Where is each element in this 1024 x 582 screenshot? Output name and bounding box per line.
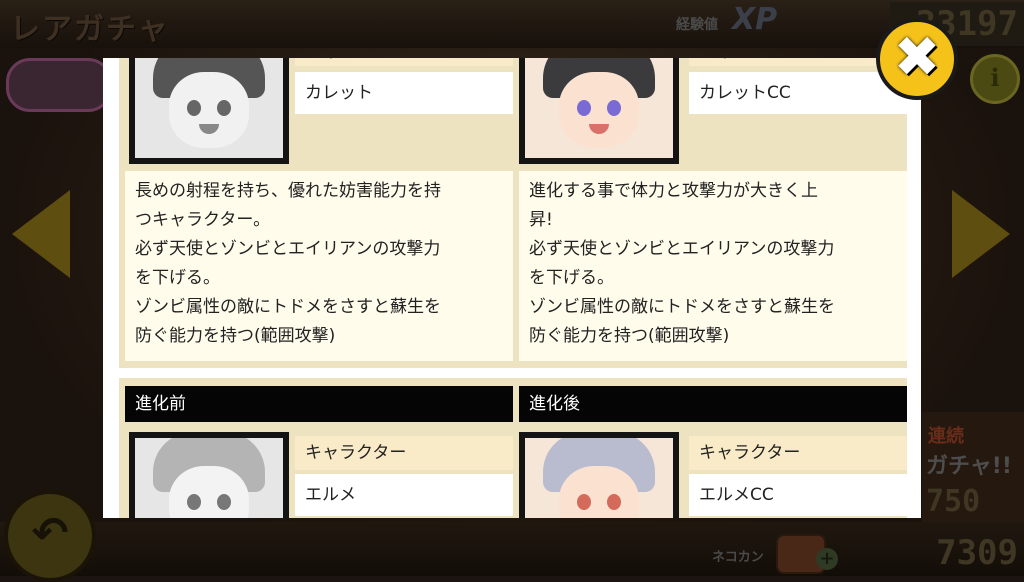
character-name: エルメ xyxy=(295,474,513,516)
screen-title: レアガチャ xyxy=(10,12,170,47)
bottom-bar: ネコカン 7309 xyxy=(0,522,1024,576)
character-name: カレットCC xyxy=(689,72,907,114)
nekokan-label: ネコカン xyxy=(712,550,764,565)
description-line: 昇! xyxy=(529,210,553,230)
close-icon: ✖ xyxy=(893,25,941,90)
character-description: 進化する事で体力と攻撃力が大きく上 昇! 必ず天使とゾンビとエイリアンの攻撃力 … xyxy=(519,171,907,361)
description-line: を下げる。 xyxy=(529,268,614,288)
description-line: 防ぐ能力を持つ(範囲攻撃) xyxy=(529,326,730,346)
description-line: ゾンビ属性の敵にトドメをさすと蘇生を xyxy=(529,297,835,317)
before-header: 進化前 xyxy=(125,386,513,422)
evolution-pair-1: キャラクター カレット 長めの射程を持ち、優れた妨害能力を持 つキャラクター。 … xyxy=(119,58,907,368)
nekokan-value: 7309 xyxy=(936,533,1018,573)
description-line: 防ぐ能力を持つ(範囲攻撃) xyxy=(135,326,336,346)
character-image xyxy=(135,58,283,158)
back-button[interactable]: ↶ xyxy=(4,490,96,582)
back-arrow-icon: ↶ xyxy=(31,508,69,559)
description-line: 長めの射程を持ち、優れた妨害能力を持 xyxy=(135,181,441,201)
character-label: キャラクター xyxy=(689,436,907,470)
event-banner[interactable] xyxy=(6,58,112,112)
multi-gacha-button[interactable]: 連続 ガチャ!! 750 xyxy=(922,412,1024,522)
xp-label: 経験値 xyxy=(676,17,718,33)
plus-icon[interactable]: + xyxy=(816,548,838,570)
character-image xyxy=(525,438,673,518)
description-line: ゾンビ属性の敵にトドメをさすと蘇生を xyxy=(135,297,441,317)
gacha-hint-2: ガチャ!! xyxy=(926,454,1012,479)
character-portrait xyxy=(519,432,679,518)
description-line: を下げる。 xyxy=(135,268,220,288)
character-label: キャラクター xyxy=(295,58,513,66)
character-portrait xyxy=(129,58,289,164)
info-button[interactable]: i xyxy=(970,54,1020,104)
description-line: 必ず天使とゾンビとエイリアンの攻撃力 xyxy=(135,239,441,259)
description-line: つキャラクター。 xyxy=(135,210,271,230)
close-button[interactable]: ✖ xyxy=(876,18,958,100)
character-name: エルメCC xyxy=(689,474,907,516)
character-portrait xyxy=(519,58,679,164)
gacha-hint-1: 連続 xyxy=(928,426,964,447)
chevron-right-icon[interactable] xyxy=(952,190,1010,278)
gacha-cost: 750 xyxy=(926,484,981,519)
character-name: カレット xyxy=(295,72,513,114)
character-image xyxy=(135,438,283,518)
character-image xyxy=(525,58,673,158)
character-label: キャラクター xyxy=(295,436,513,470)
character-portrait xyxy=(129,432,289,518)
description-line: 必ず天使とゾンビとエイリアンの攻撃力 xyxy=(529,239,835,259)
character-description: 長めの射程を持ち、優れた妨害能力を持 つキャラクター。 必ず天使とゾンビとエイリ… xyxy=(125,171,513,361)
after-header: 進化後 xyxy=(519,386,907,422)
chevron-left-icon[interactable] xyxy=(12,190,70,278)
description-line: 進化する事で体力と攻撃力が大きく上 xyxy=(529,181,818,201)
xp-icon: XP xyxy=(732,2,778,37)
evolution-info-modal: キャラクター カレット 長めの射程を持ち、優れた妨害能力を持 つキャラクター。 … xyxy=(103,58,921,518)
character-label: キャラクター xyxy=(689,58,907,66)
evolution-pair-2: 進化前 キャラクター エルメ 進化後 キャラクター エルメCC xyxy=(119,378,907,518)
top-bar: レアガチャ 経験値 XP 33197 xyxy=(0,0,1024,48)
